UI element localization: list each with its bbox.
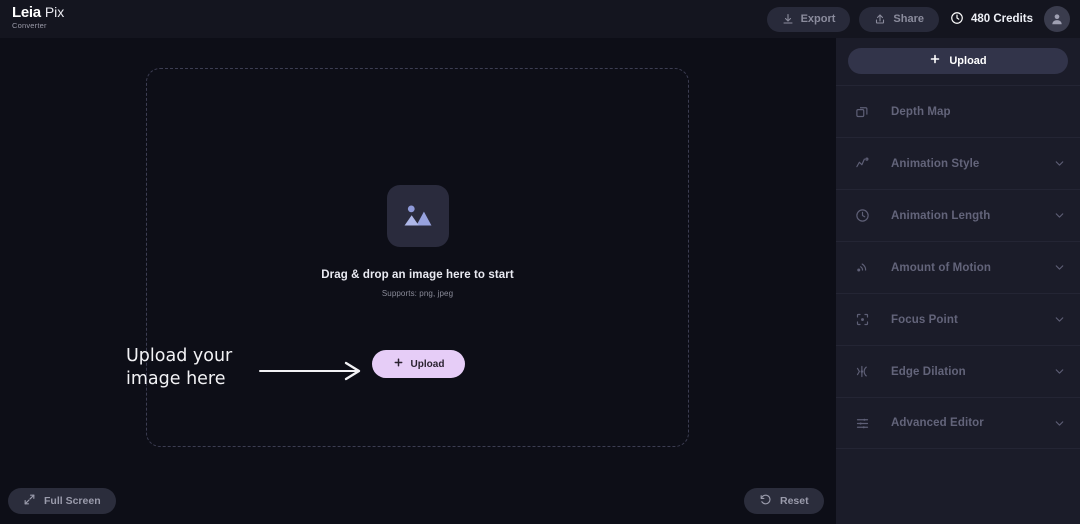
trend-line-icon xyxy=(855,156,873,171)
reset-label: Reset xyxy=(780,495,809,507)
credits-label: 480 Credits xyxy=(970,13,1033,25)
mountain-photo-icon xyxy=(404,205,431,226)
sidebar-item-animation-style[interactable]: Animation Style xyxy=(836,137,1080,189)
sidebar-item-depth-map[interactable]: Depth Map xyxy=(836,85,1080,137)
expand-arrows-icon xyxy=(23,493,36,509)
annotation-arrow-icon xyxy=(258,360,368,387)
sidebar-item-label: Animation Style xyxy=(891,157,980,170)
settings-sidebar: Upload Depth Map Animation Style Animati… xyxy=(836,38,1080,524)
canvas-upload-button[interactable]: Upload xyxy=(372,350,465,378)
clock-icon xyxy=(855,208,873,223)
sidebar-upload-wrap: Upload xyxy=(836,38,1080,85)
chevron-down-icon[interactable] xyxy=(1053,313,1066,326)
sidebar-upload-label: Upload xyxy=(949,55,987,67)
share-button[interactable]: Share xyxy=(859,6,939,32)
chevron-down-icon[interactable] xyxy=(1053,157,1066,170)
rotate-ccw-icon xyxy=(759,493,772,509)
plus-icon xyxy=(393,355,404,373)
dropzone-content: Drag & drop an image here to start Suppo… xyxy=(147,185,688,298)
edge-dilation-icon xyxy=(855,364,873,379)
sidebar-item-amount-of-motion[interactable]: Amount of Motion xyxy=(836,241,1080,293)
export-label: Export xyxy=(800,13,836,25)
logo-wordmark: Leia Pix xyxy=(12,5,64,20)
export-button[interactable]: Export xyxy=(766,6,851,32)
person-icon xyxy=(1052,14,1062,25)
chevron-down-icon[interactable] xyxy=(1053,365,1066,378)
sidebar-item-advanced-editor[interactable]: Advanced Editor xyxy=(836,397,1080,449)
logo-subtitle: Converter xyxy=(12,21,47,30)
sidebar-item-label: Amount of Motion xyxy=(891,261,991,274)
annotation-label: Upload your image here xyxy=(126,346,233,389)
user-avatar[interactable] xyxy=(1044,6,1070,32)
dropzone-title: Drag & drop an image here to start xyxy=(321,269,514,281)
editor-canvas: Drag & drop an image here to start Suppo… xyxy=(0,38,836,524)
sidebar-item-label: Advanced Editor xyxy=(891,417,984,429)
sidebar-item-animation-length[interactable]: Animation Length xyxy=(836,189,1080,241)
dropzone-supports-text: Supports: png, jpeg xyxy=(381,289,454,298)
reset-button[interactable]: Reset xyxy=(744,488,824,514)
fullscreen-button[interactable]: Full Screen xyxy=(8,488,116,514)
sidebar-item-label: Depth Map xyxy=(891,105,951,118)
clock-icon xyxy=(950,11,964,28)
sidebar-item-label: Focus Point xyxy=(891,313,958,326)
fullscreen-label: Full Screen xyxy=(44,495,101,507)
header-actions: Export Share 480 Credits xyxy=(766,0,1070,38)
chevron-down-icon[interactable] xyxy=(1053,261,1066,274)
logo-brand-secondary: Pix xyxy=(44,4,65,20)
sidebar-item-edge-dilation[interactable]: Edge Dilation xyxy=(836,345,1080,397)
image-placeholder-icon xyxy=(386,185,449,247)
credits-indicator[interactable]: 480 Credits xyxy=(948,11,1035,28)
sidebar-item-focus-point[interactable]: Focus Point xyxy=(836,293,1080,345)
canvas-upload-label: Upload xyxy=(410,358,445,370)
sidebar-upload-button[interactable]: Upload xyxy=(848,48,1068,74)
logo-brand-primary: Leia xyxy=(12,4,41,21)
chevron-down-icon[interactable] xyxy=(1053,417,1066,430)
sidebar-item-label: Edge Dilation xyxy=(891,365,966,378)
download-icon xyxy=(782,13,794,25)
sidebar-item-label: Animation Length xyxy=(891,209,991,222)
layers-icon xyxy=(855,104,873,119)
chevron-down-icon[interactable] xyxy=(1053,209,1066,222)
share-icon xyxy=(874,13,886,25)
motion-waves-icon xyxy=(855,260,873,275)
share-label: Share xyxy=(893,13,924,25)
plus-icon xyxy=(929,52,941,70)
leiapix-converter-app: Leia Pix Converter Export Share 480 Cred… xyxy=(0,0,1080,524)
app-logo[interactable]: Leia Pix Converter xyxy=(12,5,64,30)
focus-brackets-icon xyxy=(855,312,873,327)
sliders-icon xyxy=(855,416,873,431)
app-header: Leia Pix Converter Export Share 480 Cred… xyxy=(0,0,1080,38)
